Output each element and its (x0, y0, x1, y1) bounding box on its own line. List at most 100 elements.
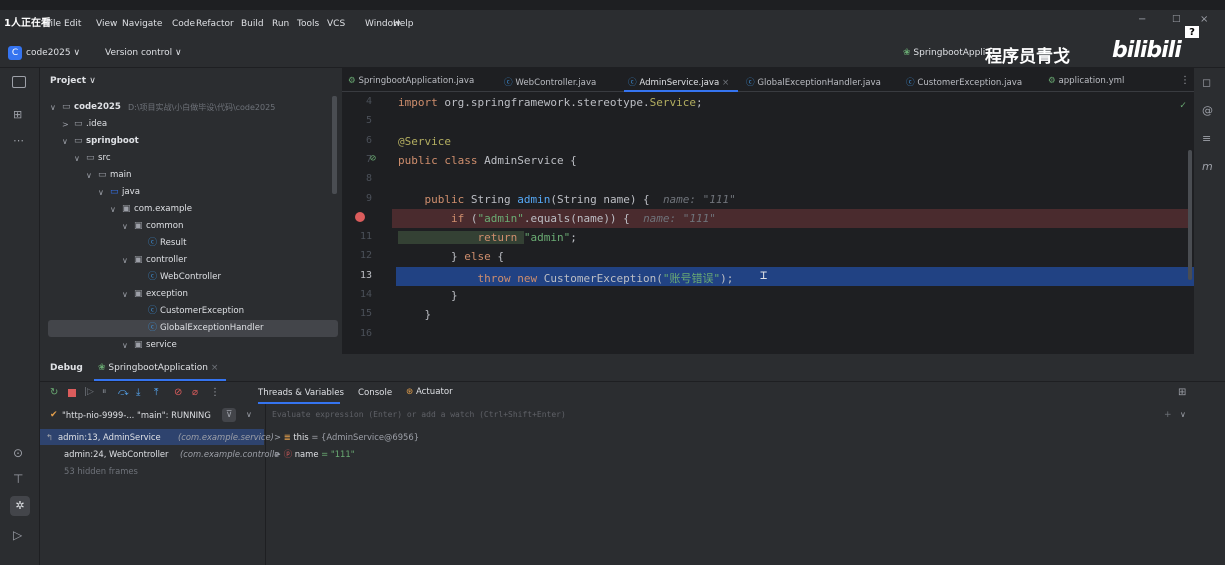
tree-item-code2025[interactable]: ∨ ▭ code2025 D:\项目实战\小白做毕设\代码\code2025 (40, 99, 342, 116)
notifications-icon[interactable]: ◻ (1202, 76, 1211, 89)
tree-item-springboot[interactable]: ∨ ▭ springboot (40, 133, 342, 150)
menu-help[interactable]: Help (393, 19, 414, 29)
close-tab-icon[interactable]: × (722, 78, 729, 88)
structure-tool-icon[interactable]: ⊞ (13, 108, 22, 121)
tab-webcontroller-java[interactable]: ⓒ WebController.java (504, 76, 596, 88)
tree-item-controller[interactable]: ∨ ▣ controller (40, 252, 342, 269)
tree-item--idea[interactable]: > ▭ .idea (40, 116, 342, 133)
pause-icon[interactable]: ⏸ (102, 387, 107, 397)
debug-tab-label[interactable]: Debug (50, 363, 83, 373)
menu-code[interactable]: Code (172, 19, 195, 29)
chevron-down-icon[interactable]: ∨ (74, 150, 80, 167)
database-icon[interactable]: ≡ (1202, 132, 1211, 145)
chevron-down-icon[interactable]: ∨ (122, 286, 128, 303)
tree-item-com-example[interactable]: ∨ ▣ com.example (40, 201, 342, 218)
tab-threads-variables[interactable]: Threads & Variables (258, 388, 344, 398)
maximize-icon[interactable]: □ (1172, 14, 1181, 24)
spring-bean-icon[interactable]: ⊘ (370, 153, 376, 164)
tree-item-src[interactable]: ∨ ▭ src (40, 150, 342, 167)
project-panel-header[interactable]: Project ∨ (50, 76, 96, 86)
chevron-right-icon[interactable]: > (62, 116, 69, 133)
menu-edit[interactable]: Edit (64, 19, 81, 29)
menu-tools[interactable]: Tools (297, 19, 319, 29)
menu-refactor[interactable]: Refactor (196, 19, 234, 29)
tab-console[interactable]: Console (358, 388, 392, 398)
chevron-down-icon[interactable]: ∨ (122, 252, 128, 269)
thread-selector[interactable]: "http-nio-9999-... "main": RUNNING (62, 410, 211, 420)
menu-build[interactable]: Build (241, 19, 264, 29)
more-actions-icon[interactable]: ⋮ (210, 387, 220, 398)
tree-item-main[interactable]: ∨ ▭ main (40, 167, 342, 184)
chevron-down-icon[interactable]: ∨ (50, 99, 56, 116)
step-into-icon[interactable]: ⤓ (136, 387, 140, 398)
maven-icon[interactable]: m (1202, 160, 1213, 173)
step-out-icon[interactable]: ⤒ (154, 387, 158, 398)
variable-row[interactable]: > ⓟ name = "111" (274, 446, 355, 462)
tree-item-service[interactable]: ∨ ▣ service (40, 337, 342, 354)
menu-view[interactable]: View (96, 19, 117, 29)
stack-frame[interactable]: ↰ admin:13, AdminService (com.example.serv… (40, 429, 274, 445)
more-tabs-icon[interactable]: ⋮ (1180, 75, 1190, 86)
run-tool-icon[interactable]: ▷ (13, 528, 22, 542)
stack-frame[interactable]: admin:24, WebController (com.example.cont… (40, 446, 279, 462)
ai-assistant-icon[interactable]: @ (1202, 104, 1213, 117)
menu-file[interactable]: File (46, 19, 61, 29)
menu-vcs[interactable]: VCS (327, 19, 345, 29)
menu-run[interactable]: Run (272, 19, 289, 29)
chevron-down-icon[interactable]: ∨ (1180, 410, 1186, 419)
chevron-right-icon[interactable]: > (274, 432, 284, 442)
inspection-ok-icon[interactable]: ✓ (1180, 100, 1186, 111)
variable-row[interactable]: > ≣ this = {AdminService@6956} (274, 429, 419, 445)
stop-icon[interactable] (68, 389, 76, 397)
close-icon[interactable]: × (1200, 14, 1208, 25)
run-configuration-selector[interactable]: ❀ SpringbootAppli (903, 48, 985, 58)
minimize-icon[interactable]: − (1138, 14, 1146, 25)
tab-springbootapplication-java[interactable]: ⚙ SpringbootApplication.java (348, 76, 474, 86)
project-scrollbar[interactable] (332, 96, 337, 194)
build-tool-icon[interactable]: ⊤ (13, 472, 23, 486)
rerun-icon[interactable]: ↻ (50, 387, 58, 398)
tree-item-result[interactable]: ⓒ Result (40, 235, 342, 252)
project-tool-icon[interactable] (12, 76, 26, 88)
more-tools-icon[interactable]: ⋯ (13, 134, 24, 147)
project-name: code2025 (26, 48, 71, 58)
chevron-right-icon[interactable]: > (274, 449, 284, 459)
chevron-down-icon[interactable]: ∨ (86, 167, 92, 184)
breakpoint-icon[interactable] (355, 211, 365, 222)
tree-item-globalexceptionhandler[interactable]: ⓒ GlobalExceptionHandler (48, 320, 338, 337)
menu-navigate[interactable]: Navigate (122, 19, 162, 29)
project-selector[interactable]: code2025 ∨ (26, 48, 80, 58)
tab-application-yml[interactable]: ⚙ application.yml (1048, 76, 1124, 86)
close-session-icon[interactable]: × (211, 363, 219, 373)
layout-icon[interactable]: ⊞ (1178, 387, 1186, 398)
stack-frame[interactable]: 53 hidden frames (40, 463, 264, 479)
tab-customerexception-java[interactable]: ⓒ CustomerException.java (906, 76, 1022, 88)
tab-actuator[interactable]: ⊛ Actuator (406, 387, 453, 397)
tree-item-java[interactable]: ∨ ▭ java (40, 184, 342, 201)
chevron-down-icon[interactable]: ∨ (122, 337, 128, 354)
chevron-down-icon[interactable]: ∨ (62, 133, 68, 150)
tree-item-webcontroller[interactable]: ⓒ WebController (40, 269, 342, 286)
filter-icon[interactable]: ⊽ (222, 408, 236, 422)
mute-breakpoints-icon[interactable]: ⌀ (192, 387, 198, 398)
chevron-down-icon[interactable]: ∨ (98, 184, 104, 201)
debug-tool-icon[interactable]: ✲ (10, 496, 30, 516)
version-control-menu[interactable]: Version control ∨ (105, 48, 182, 58)
tab-adminservice-java[interactable]: ⓒ AdminService.java × (624, 76, 738, 92)
editor-scrollbar[interactable] (1188, 150, 1192, 280)
add-watch-icon[interactable]: + (1164, 410, 1172, 420)
resume-icon[interactable]: |▷ (84, 387, 94, 397)
tree-item-customerexception[interactable]: ⓒ CustomerException (40, 303, 342, 320)
chevron-down-icon[interactable]: ∨ (122, 218, 128, 235)
tab-globalexceptionhandler-java[interactable]: ⓒ GlobalExceptionHandler.java (746, 76, 881, 88)
tree-item-common[interactable]: ∨ ▣ common (40, 218, 342, 235)
view-breakpoints-icon[interactable]: ⊘ (174, 387, 182, 398)
services-tool-icon[interactable]: ⊙ (13, 446, 23, 460)
chevron-down-icon[interactable]: ∨ (246, 410, 252, 419)
code-editor[interactable]: 4 import org.springframework.stereotype.S… (342, 92, 1194, 354)
debug-session-tab[interactable]: ❀ SpringbootApplication × (98, 363, 218, 373)
step-over-icon[interactable]: ⤼ (118, 387, 129, 398)
tree-item-exception[interactable]: ∨ ▣ exception (40, 286, 342, 303)
chevron-down-icon[interactable]: ∨ (110, 201, 116, 218)
evaluate-expression-input[interactable]: Evaluate expression (Enter) or add a wat… (272, 410, 566, 419)
